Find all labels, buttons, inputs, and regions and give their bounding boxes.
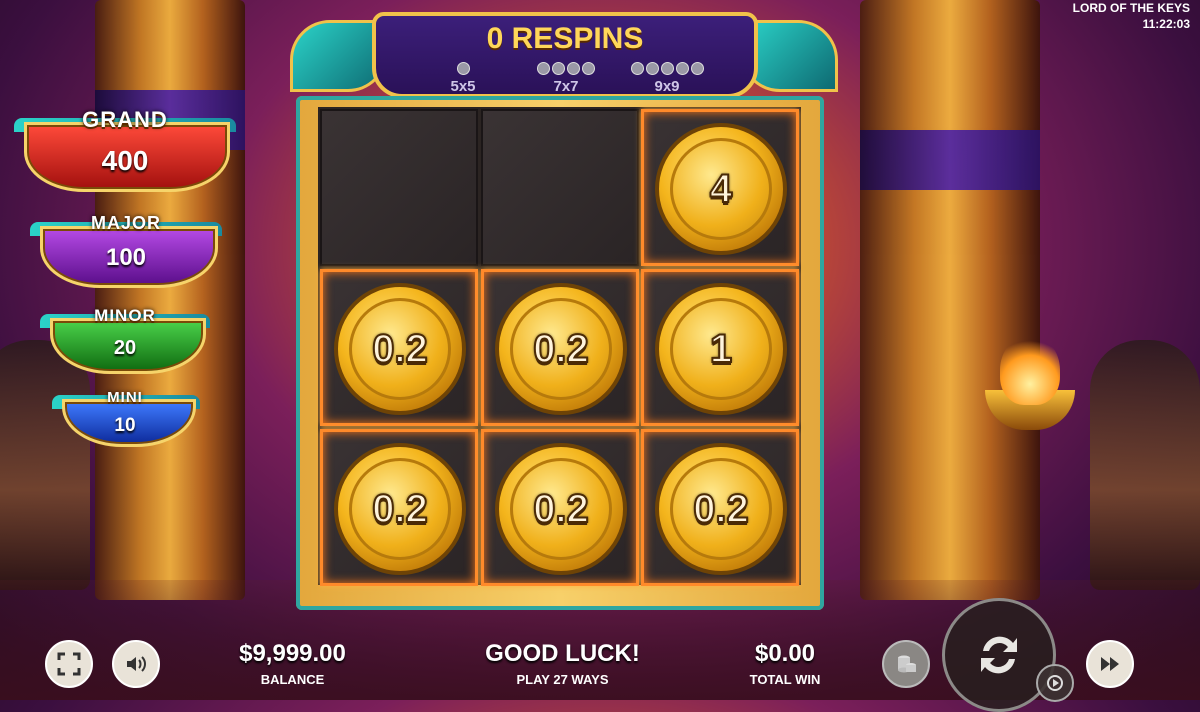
game-info: LORD OF THE KEYS 11:22:03 bbox=[1073, 0, 1190, 32]
jackpot-grand-label: GRAND bbox=[82, 107, 168, 132]
cell-2-2: 0.2 bbox=[641, 429, 799, 586]
jackpot-minor-label: MINOR bbox=[94, 306, 156, 325]
coin-value: 0.2 bbox=[532, 326, 590, 372]
respins-panel: 0 RESPINS 5x5 7x7 9x9 bbox=[372, 12, 758, 98]
left-statue bbox=[0, 340, 90, 590]
torch-flame bbox=[1000, 335, 1060, 405]
balance: $9,999.00 BALANCE bbox=[220, 640, 365, 687]
fullscreen-button[interactable] bbox=[45, 640, 93, 688]
coin: 0.2 bbox=[495, 283, 627, 415]
game-title: LORD OF THE KEYS bbox=[1072, 1, 1190, 15]
win-value: $0.00 bbox=[754, 640, 816, 667]
clock: 11:22:03 bbox=[1142, 17, 1190, 31]
coin: 0.2 bbox=[334, 443, 466, 575]
grid-7x7: 7x7 bbox=[526, 62, 606, 95]
grid-5x5: 5x5 bbox=[438, 62, 488, 95]
fullscreen-icon bbox=[57, 652, 81, 676]
left-pillar bbox=[95, 0, 245, 600]
spin-button[interactable] bbox=[942, 598, 1056, 712]
ways-label: PLAY 27 WAYS bbox=[516, 672, 609, 687]
jackpot-grand-value: 400 bbox=[101, 145, 149, 176]
jackpot-minor-value: 20 bbox=[113, 337, 137, 359]
cell-2-0: 0.2 bbox=[320, 429, 478, 586]
coin: 0.2 bbox=[655, 443, 787, 575]
coin-value: 0.2 bbox=[532, 486, 590, 532]
cell-2-1: 0.2 bbox=[481, 429, 639, 586]
message: GOOD LUCK! PLAY 27 WAYS bbox=[470, 640, 655, 687]
cell-0-0 bbox=[320, 109, 478, 266]
coin: 0.2 bbox=[334, 283, 466, 415]
coin-value: 1 bbox=[709, 326, 733, 372]
respins-counter: 0 RESPINS bbox=[486, 22, 644, 55]
good-luck-message: GOOD LUCK! bbox=[485, 640, 640, 667]
coins-stack-icon bbox=[898, 655, 916, 673]
coin-value: 0.2 bbox=[692, 486, 750, 532]
sound-button[interactable] bbox=[112, 640, 160, 688]
cell-0-1 bbox=[481, 109, 639, 266]
grid-9x9: 9x9 bbox=[622, 62, 712, 95]
right-statue bbox=[1090, 340, 1200, 590]
cell-0-2: 4 bbox=[641, 109, 799, 266]
jackpot-major-value: 100 bbox=[105, 244, 147, 271]
coin: 0.2 bbox=[495, 443, 627, 575]
autoplay-icon bbox=[1047, 675, 1063, 691]
right-pillar bbox=[860, 0, 1040, 600]
coin-value: 4 bbox=[709, 166, 733, 212]
turbo-button[interactable] bbox=[1086, 640, 1134, 688]
total-win: $0.00 TOTAL WIN bbox=[735, 640, 835, 687]
sound-icon bbox=[127, 656, 146, 672]
reel-grid: 4 0.2 0.2 1 0.2 0.2 0.2 bbox=[318, 107, 801, 586]
cell-1-1: 0.2 bbox=[481, 269, 639, 426]
fast-forward-icon bbox=[1101, 657, 1119, 671]
coin-value: 0.2 bbox=[371, 486, 429, 532]
bet-button[interactable] bbox=[882, 640, 930, 688]
cell-1-2: 1 bbox=[641, 269, 799, 426]
coin: 1 bbox=[655, 283, 787, 415]
balance-value: $9,999.00 bbox=[239, 640, 346, 667]
jackpot-major-label: MAJOR bbox=[90, 213, 161, 233]
balance-label: BALANCE bbox=[260, 672, 325, 687]
coin-value: 0.2 bbox=[371, 326, 429, 372]
cell-1-0: 0.2 bbox=[320, 269, 478, 426]
win-label: TOTAL WIN bbox=[749, 672, 821, 687]
autoplay-button[interactable] bbox=[1036, 664, 1074, 702]
jackpot-mini-label: MINI bbox=[107, 389, 143, 406]
jackpot-mini-value: 10 bbox=[114, 415, 136, 436]
spin-icon bbox=[981, 636, 1017, 674]
coin: 4 bbox=[655, 123, 787, 255]
